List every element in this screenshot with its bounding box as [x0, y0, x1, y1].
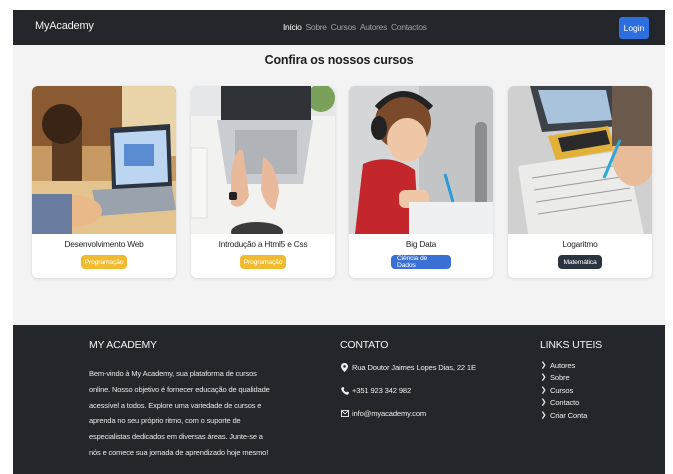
- phone-icon: [340, 386, 349, 395]
- contact-address-row: Rua Doutor Jaimes Lopes Dias, 22 1E: [340, 363, 476, 372]
- nav-link-cursos[interactable]: Cursos: [331, 22, 356, 32]
- footer-about-text: Bem-vindo à My Academy, sua plataforma d…: [89, 369, 270, 457]
- course-badge: Ciência de Dados: [391, 255, 451, 269]
- footer-link-cursos[interactable]: ❯ Cursos: [540, 385, 602, 397]
- map-marker-icon: [340, 363, 349, 372]
- contact-phone-row: +351 923 342 982: [340, 386, 476, 395]
- nav-link-autores[interactable]: Autores: [360, 22, 388, 32]
- course-title: Big Data: [405, 239, 437, 249]
- footer-link-label: Contacto: [550, 398, 580, 408]
- course-image-logaritmo: [508, 86, 652, 234]
- contact-phone: +351 923 342 982: [352, 386, 412, 395]
- contact-email[interactable]: info@myacademy.com: [352, 409, 426, 418]
- course-badge: Programação: [240, 255, 286, 269]
- footer-about: MY ACADEMY Bem-vindo à My Academy, sua p…: [89, 339, 271, 461]
- course-card-bigdata[interactable]: Big Data Ciência de Dados: [349, 86, 493, 278]
- course-image-bigdata: [349, 86, 493, 234]
- course-title: Introdução a Html5 e Css: [218, 239, 308, 249]
- envelope-icon: [340, 409, 349, 418]
- course-title: Desenvolvimento Web: [64, 239, 144, 249]
- chevron-right-icon: ❯: [540, 386, 547, 394]
- chevron-right-icon: ❯: [540, 411, 547, 419]
- course-title: Logaritmo: [562, 239, 598, 249]
- footer-link-label: Criar Conta: [550, 410, 588, 420]
- contact-email-row: info@myacademy.com: [340, 409, 476, 418]
- nav-link-sobre[interactable]: Sobre: [306, 22, 327, 32]
- footer-link-criar-conta[interactable]: ❯ Criar Conta: [540, 410, 602, 422]
- chevron-right-icon: ❯: [540, 399, 547, 407]
- nav-link-contactos[interactable]: Contactos: [391, 22, 427, 32]
- course-card-html[interactable]: Introdução a Html5 e Css Programação: [191, 86, 335, 278]
- footer-about-heading: MY ACADEMY: [89, 339, 157, 351]
- footer-link-autores[interactable]: ❯ Autores: [540, 360, 602, 372]
- chevron-right-icon: ❯: [540, 362, 547, 369]
- footer-links-heading: LINKS UTEIS: [540, 339, 602, 351]
- course-badge: Programação: [81, 255, 127, 269]
- section-title: Confira os nossos cursos: [264, 53, 414, 67]
- footer-link-label: Sobre: [550, 373, 570, 383]
- footer-link-label: Cursos: [550, 385, 574, 395]
- chevron-right-icon: ❯: [540, 374, 547, 382]
- nav-links: Início Sobre Cursos Autores Contactos: [283, 22, 427, 32]
- nav-link-inicio[interactable]: Início: [283, 22, 302, 32]
- navbar: MyAcademy Início Sobre Cursos Autores Co…: [13, 10, 665, 45]
- course-image-web: [32, 86, 176, 234]
- course-card-logaritmo[interactable]: Logaritmo Matemática: [508, 86, 652, 278]
- footer-contact-heading: CONTATO: [340, 339, 389, 351]
- page-frame: MyAcademy Início Sobre Cursos Autores Co…: [13, 10, 665, 474]
- footer-link-sobre[interactable]: ❯ Sobre: [540, 372, 602, 384]
- contact-address: Rua Doutor Jaimes Lopes Dias, 22 1E: [352, 363, 476, 372]
- brand-logo[interactable]: MyAcademy: [35, 20, 94, 32]
- footer-links: LINKS UTEIS ❯ Autores ❯ Sobre ❯ Cursos ❯ Con…: [540, 339, 602, 422]
- footer-link-contacto[interactable]: ❯ Contacto: [540, 397, 602, 409]
- footer-links-list: ❯ Autores ❯ Sobre ❯ Cursos ❯ Contacto ❯ Criar…: [540, 360, 602, 422]
- course-image-html: [191, 86, 335, 234]
- footer-contact: CONTATO Rua Doutor Jaimes Lopes Dias, 22…: [340, 339, 476, 418]
- course-badge: Matemática: [558, 255, 602, 269]
- footer: MY ACADEMY Bem-vindo à My Academy, sua p…: [13, 325, 665, 474]
- course-card-web[interactable]: Desenvolvimento Web Programação: [32, 86, 176, 278]
- footer-link-label: Autores: [550, 361, 576, 370]
- login-button[interactable]: Login: [619, 17, 649, 39]
